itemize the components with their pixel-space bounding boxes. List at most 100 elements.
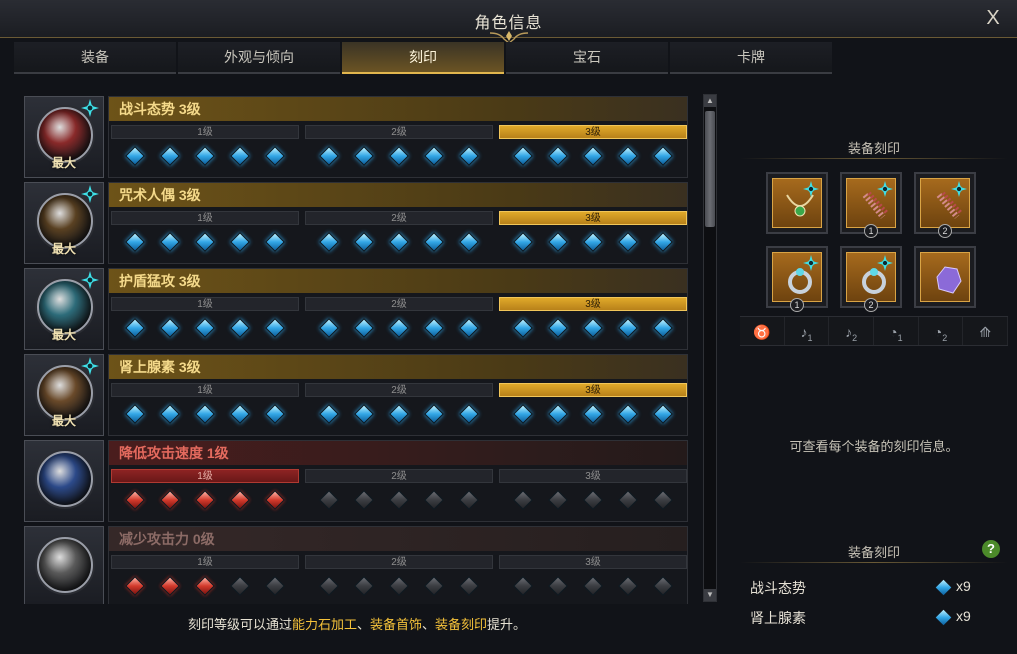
level-segment: 2级 [305,297,493,347]
category-filter-icon[interactable]: ◔1 [874,317,919,345]
blue-gem-icon [195,404,215,424]
red-gem-icon [159,576,180,596]
tab-appearance[interactable]: 外观与倾向 [178,42,340,74]
equip-engraving-title: 装备刻印 [847,141,900,156]
blue-gem-icon [159,232,180,252]
level-label: 2级 [305,469,493,483]
engraving-bar: 咒术人偶 3级 1级 2级 3级 [108,182,688,264]
level-gems [111,483,299,510]
blue-gem-icon [159,318,180,338]
category-filter-icon[interactable]: ♪1 [785,317,830,345]
close-button[interactable]: X [981,6,1005,30]
max-tag: 最大 [51,328,76,342]
help-button[interactable]: ? [982,540,1000,558]
engraving-name: 降低攻击速度 1级 [109,441,687,465]
engraving-bar: 战斗态势 3级 1级 2级 3级 [108,96,688,178]
engraving-plus-icon [803,255,819,271]
category-sub: 1 [807,332,813,343]
engraving-medal: 最大 [24,268,104,350]
engraving-row[interactable]: 最大 护盾猛攻 3级 1级 2级 3级 [24,266,690,352]
scroll-thumb[interactable] [705,111,715,227]
blue-gem-icon [424,146,445,166]
blue-gem-icon [653,318,674,338]
engraving-plus-icon [81,185,99,203]
blue-gem-icon [583,404,603,424]
level-gems [305,139,493,166]
engraving-scrollbar[interactable]: ▲ ▼ [703,94,717,602]
slot-frame [846,178,896,228]
category-glyph: ⟰ [979,324,992,340]
category-filter-icon[interactable]: ◔2 [919,317,964,345]
blue-gem-icon [459,146,480,166]
equipment-slot[interactable]: 1 [840,172,902,238]
level-segment: 1级 [111,469,299,519]
tab-equipment[interactable]: 装备 [14,42,176,74]
equipment-slot[interactable]: 2 [914,172,976,238]
blue-gem-icon [195,146,215,166]
blue-gem-icon [389,318,409,338]
footer-sep: 、 [422,617,436,632]
engraving-footer-note: 刻印等级可以通过能力石加工、装备首饰、装备刻印提升。 [24,614,690,633]
blue-gem-icon [424,404,445,424]
category-filter-icon[interactable]: ♉ [740,317,785,345]
tab-engraving[interactable]: 刻印 [342,42,504,74]
category-filter-icon[interactable]: ⟰ [963,317,1009,345]
engraving-levels: 1级 2级 3级 [111,555,687,604]
equipment-slot[interactable]: 1 [766,246,828,312]
engraving-row[interactable]: 最大 战斗态势 3级 1级 2级 3级 [24,94,690,180]
engraving-row[interactable]: 最大 咒术人偶 3级 1级 2级 3级 [24,180,690,266]
footer-text: 刻印等级可以通过 [187,617,292,632]
blue-gem-icon [653,232,674,252]
gray-gem-icon [230,576,251,596]
blue-gem-icon [389,146,409,166]
engraving-row[interactable]: 最大 肾上腺素 3级 1级 2级 3级 [24,352,690,438]
engraving-bar: 降低攻击速度 1级 1级 2级 3级 [108,440,688,522]
summary-engraving-name: 战斗态势 [750,580,806,596]
engraving-row[interactable]: 减少攻击力 0级 1级 2级 3级 [24,524,690,604]
slot-number-badge: 2 [938,224,952,238]
level-label: 2级 [305,211,493,225]
equipment-slot[interactable] [914,246,976,308]
equipment-slot[interactable] [766,172,828,234]
slot-number-badge: 2 [864,298,878,312]
max-tag: 最大 [51,242,76,256]
level-segment: 2级 [305,555,493,604]
level-segment: 1级 [111,211,299,261]
gray-gem-icon [318,490,339,510]
divider [740,562,1008,563]
tab-cards[interactable]: 卡牌 [670,42,832,74]
blue-gem-icon [124,318,145,338]
level-segment: 1级 [111,383,299,433]
summary-row: 战斗态势 x9 [750,578,990,598]
engraving-plus-icon [81,357,99,375]
scroll-down-button[interactable]: ▼ [704,589,716,601]
blue-gem-icon [265,404,286,424]
blue-gem-icon [424,318,445,338]
category-filter-icon[interactable]: ♪2 [829,317,875,345]
equipment-slot[interactable]: 2 [840,246,902,312]
engraving-row[interactable]: 降低攻击速度 1级 1级 2级 3级 [24,438,690,524]
blue-gem-icon [353,404,374,424]
engraving-name: 咒术人偶 3级 [109,183,687,207]
gray-gem-icon [653,490,674,510]
max-tag: 最大 [51,156,76,170]
gray-gem-icon [459,490,480,510]
engraving-name: 战斗态势 3级 [109,97,687,121]
level-segment: 1级 [111,555,299,604]
tab-gems[interactable]: 宝石 [506,42,668,74]
blue-gem-icon [547,232,568,252]
level-label: 2级 [305,383,493,397]
engraving-icon [37,537,93,593]
blue-gem-icon [159,404,180,424]
footer-highlight-book: 装备刻印 [435,617,488,632]
summary-count: x9 [956,608,971,624]
blue-gem-icon [195,232,215,252]
engraving-list[interactable]: 最大 战斗态势 3级 1级 2级 3级 最大 咒术人偶 3级 1级 2级 3级 最大 护盾猛攻 3级 1… [24,94,690,604]
level-gems [111,311,299,338]
level-gems [305,483,493,510]
engraving-name: 肾上腺素 3级 [109,355,687,379]
blue-gem-icon [230,232,251,252]
scroll-up-button[interactable]: ▲ [704,95,716,107]
gray-gem-icon [547,576,568,596]
level-segment: 2级 [305,469,493,519]
